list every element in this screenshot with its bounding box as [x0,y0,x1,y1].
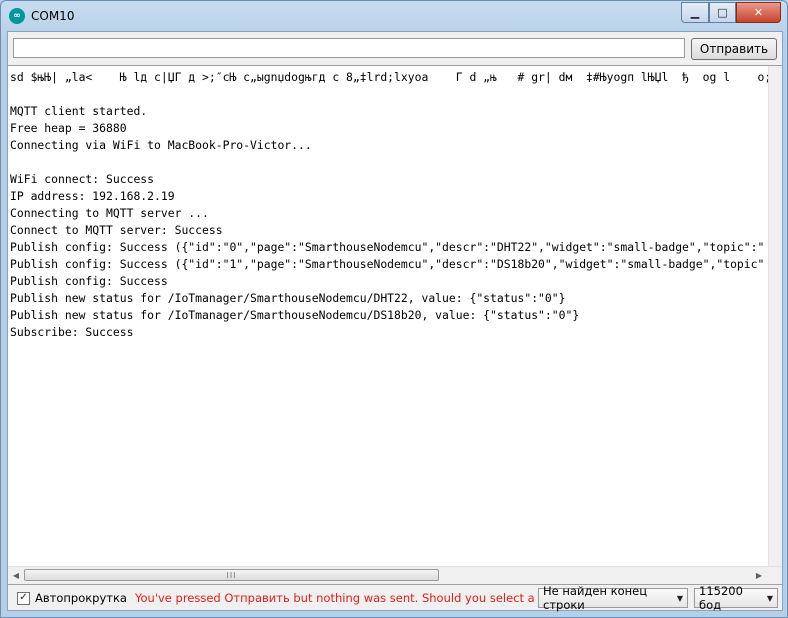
autoscroll-toggle[interactable]: ✓ Автопрокрутка [17,591,127,605]
minimize-button[interactable]: ▁ [681,2,709,23]
console-line: sd $њЊ| „la< Њ lд c|ЏГ д >;″cЊ c„ыgnџdog… [10,70,768,84]
serial-monitor-body: Отправить sd $њЊ| „la< Њ lд c|ЏГ д >;″cЊ… [7,31,783,612]
console-line: MQTT client started. [10,104,148,118]
check-icon: ✓ [19,592,28,603]
autoscroll-label: Автопрокрутка [35,591,127,605]
horizontal-scrollbar[interactable]: ◀ III ▶ [8,566,782,584]
window-controls: ▁ □ ✕ [681,2,781,23]
close-icon: ✕ [753,6,764,19]
console-line: Connecting to MQTT server ... [10,206,209,220]
console-line: Publish new status for /IoTmanager/Smart… [10,291,566,305]
console-line: Publish new status for /IoTmanager/Smart… [10,308,580,322]
console-line: Publish config: Success [10,274,168,288]
title-bar[interactable]: ∞ COM10 ▁ □ ✕ [1,1,787,31]
send-input[interactable] [13,38,685,58]
scroll-left-icon[interactable]: ◀ [9,567,23,583]
scroll-grip-icon: III [226,570,237,580]
serial-output-text: sd $њЊ| „la< Њ lд c|ЏГ д >;″cЊ c„ыgnџdog… [10,69,768,564]
send-button[interactable]: Отправить [691,38,777,60]
minimize-icon: ▁ [690,6,700,19]
console-line: Publish config: Success ({"id":"1","page… [10,257,765,271]
scroll-thumb[interactable]: III [24,569,439,581]
console-line: Publish config: Success ({"id":"0","page… [10,240,765,254]
baud-rate-value: 115200 бод [699,584,743,612]
vertical-scrollbar[interactable] [768,66,782,567]
console-line: Connecting via WiFi to MacBook-Pro-Victo… [10,138,312,152]
scroll-right-icon[interactable]: ▶ [752,567,766,583]
chevron-down-icon: ▼ [676,593,683,603]
console-line: IP address: 192.168.2.19 [10,189,175,203]
line-ending-value: Не найден конец строки [543,584,648,612]
arduino-icon: ∞ [9,8,25,24]
maximize-icon: □ [717,6,728,19]
status-bar: ✓ Автопрокрутка You've pressed Отправить… [8,584,782,612]
maximize-button[interactable]: □ [709,2,736,23]
serial-output-area[interactable]: sd $њЊ| „la< Њ lд c|ЏГ д >;″cЊ c„ыgnџdog… [8,65,782,585]
close-button[interactable]: ✕ [736,2,781,23]
console-line: Subscribe: Success [10,325,134,339]
console-line: Connect to MQTT server: Success [10,223,223,237]
baud-rate-select[interactable]: 115200 бод ▼ [694,584,778,612]
line-ending-select[interactable]: Не найден конец строки ▼ [538,584,688,612]
chevron-down-icon: ▼ [766,593,773,603]
console-line: Free heap = 36880 [10,121,127,135]
window-title: COM10 [31,9,75,23]
autoscroll-checkbox[interactable]: ✓ [17,591,30,605]
serial-monitor-window: ∞ COM10 ▁ □ ✕ Отправить sd $њЊ| „la< Њ l… [0,0,788,618]
console-line: WiFi connect: Success [10,172,155,186]
